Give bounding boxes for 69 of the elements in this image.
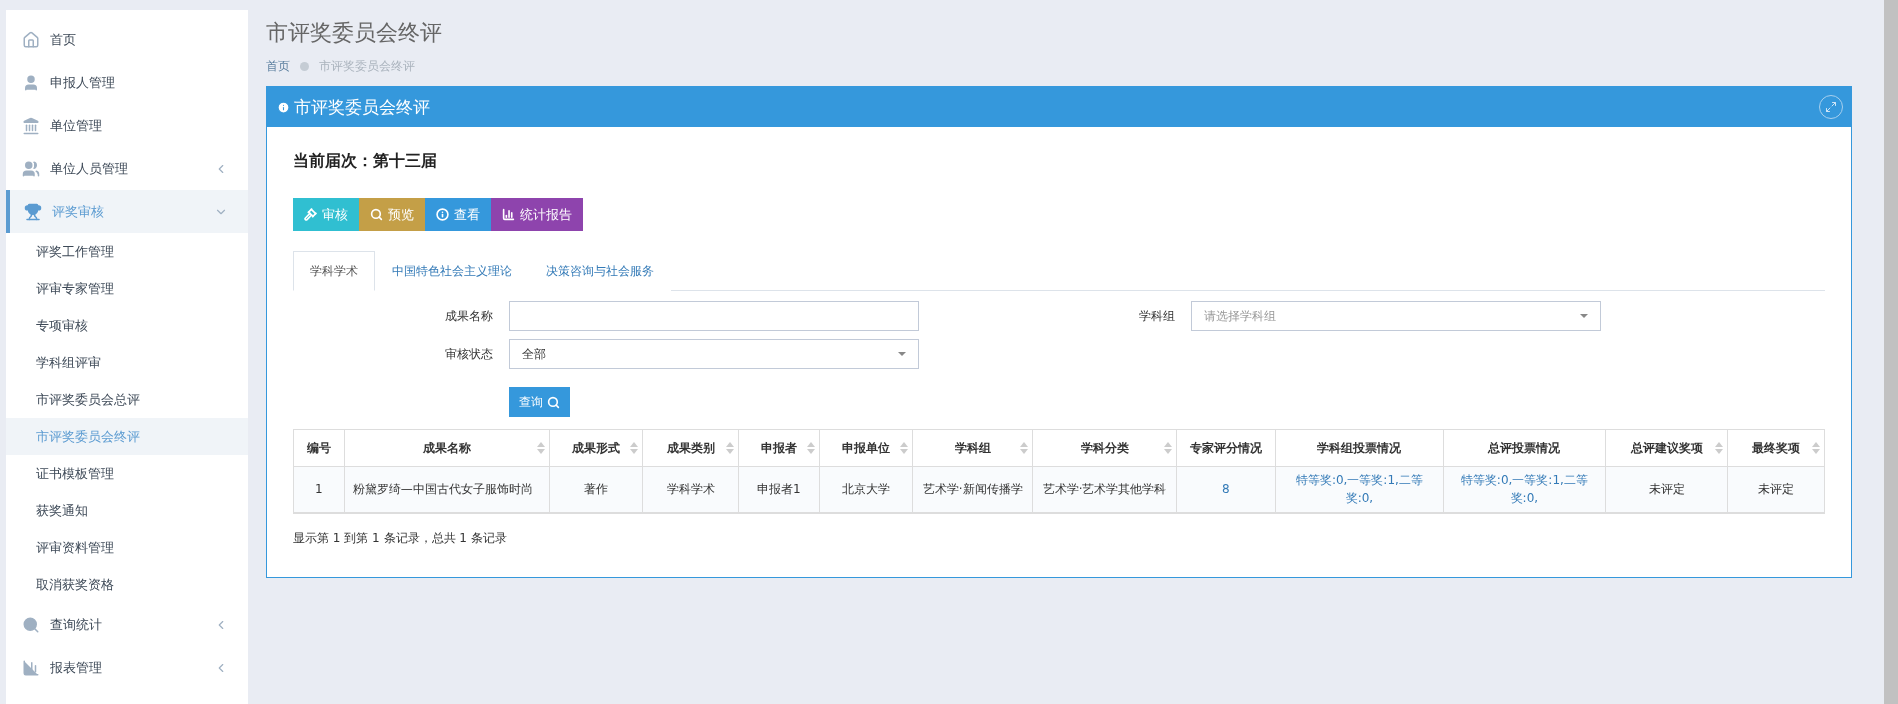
table-cell: 未评定	[1605, 466, 1728, 513]
table-link[interactable]: 特等奖:0,一等奖:1,二等奖:0,	[1443, 466, 1606, 513]
sidebar-subitem[interactable]: 取消获奖资格	[6, 566, 248, 603]
bank-icon	[22, 116, 40, 135]
field-label: 学科组	[1138, 307, 1175, 325]
table-link[interactable]: 8	[1176, 466, 1276, 513]
input-field[interactable]	[509, 301, 919, 331]
sidebar-subitem[interactable]: 评审专家管理	[6, 270, 248, 307]
column-header: 编号	[293, 429, 345, 467]
tab[interactable]: 学科学术	[293, 251, 375, 291]
column-header[interactable]: 学科组	[912, 429, 1033, 467]
info-icon	[277, 100, 290, 114]
table-cell: 北京大学	[819, 466, 913, 513]
panel-title: 市评奖委员会终评	[294, 95, 431, 119]
column-header[interactable]: 最终奖项	[1727, 429, 1825, 467]
table-cell: 未评定	[1727, 466, 1825, 513]
column-header: 总评投票情况	[1443, 429, 1606, 467]
column-header[interactable]: 成果类别	[642, 429, 739, 467]
column-header[interactable]: 成果名称	[344, 429, 550, 467]
column-header: 学科组投票情况	[1275, 429, 1444, 467]
table-cell: 著作	[549, 466, 643, 513]
sidebar-subitem[interactable]: 获奖通知	[6, 492, 248, 529]
sidebar-item[interactable]: 单位管理	[6, 104, 248, 147]
table-cell: 申报者1	[738, 466, 820, 513]
select-field[interactable]: 全部	[509, 339, 919, 369]
page-title: 市评奖委员会终评	[266, 19, 443, 47]
bar-chart-icon	[502, 208, 515, 221]
info-icon	[436, 208, 449, 221]
users-icon	[22, 159, 40, 178]
trophy-icon	[24, 202, 42, 221]
table-cell: 艺术学·艺术学其他学科	[1032, 466, 1177, 513]
record-summary: 显示第 1 到第 1 条记录，总共 1 条记录	[293, 529, 508, 547]
breadcrumb-separator-icon	[300, 62, 309, 71]
sidebar-item[interactable]: 报表管理	[6, 646, 248, 689]
action-button[interactable]: 统计报告	[491, 198, 583, 231]
sidebar-item[interactable]: 申报人管理	[6, 61, 248, 104]
table-cell: 学科学术	[642, 466, 739, 513]
sidebar-subitem[interactable]: 学科组评审	[6, 344, 248, 381]
bar-chart-icon	[22, 658, 40, 677]
search-icon	[547, 395, 560, 409]
column-header[interactable]: 成果形式	[549, 429, 643, 467]
sidebar-subitem[interactable]: 市评奖委员会总评	[6, 381, 248, 418]
column-header[interactable]: 总评建议奖项	[1605, 429, 1728, 467]
sidebar-item[interactable]: 首页	[6, 18, 248, 61]
home-icon	[22, 30, 40, 49]
sidebar-subitem[interactable]: 专项审核	[6, 307, 248, 344]
breadcrumb-link[interactable]: 首页	[266, 58, 290, 75]
column-header: 专家评分情况	[1176, 429, 1276, 467]
table-cell: 艺术学·新闻传播学	[912, 466, 1033, 513]
search-icon	[22, 615, 40, 634]
user-icon	[22, 73, 40, 92]
sidebar-subitem[interactable]: 证书模板管理	[6, 455, 248, 492]
session-label: 当前届次：第十三届	[293, 151, 438, 172]
field-label: 成果名称	[444, 307, 493, 325]
column-header[interactable]: 申报者	[738, 429, 820, 467]
column-header[interactable]: 申报单位	[819, 429, 913, 467]
table-cell: 1	[293, 466, 345, 513]
table-cell: 粉黛罗绮—中国古代女子服饰时尚	[344, 466, 550, 513]
search-icon	[370, 208, 383, 221]
sidebar-item[interactable]: 查询统计	[6, 603, 248, 646]
scrollbar[interactable]	[1884, 0, 1898, 704]
gavel-icon	[304, 208, 317, 221]
sidebar-item[interactable]: 单位人员管理	[6, 147, 248, 190]
sidebar-subitem[interactable]: 评奖工作管理	[6, 233, 248, 270]
sidebar-subitem[interactable]: 评审资料管理	[6, 529, 248, 566]
field-label: 审核状态	[444, 345, 493, 363]
column-header[interactable]: 学科分类	[1032, 429, 1177, 467]
table-link[interactable]: 特等奖:0,一等奖:1,二等奖:0,	[1275, 466, 1444, 513]
expand-arrows-icon	[1825, 101, 1837, 113]
